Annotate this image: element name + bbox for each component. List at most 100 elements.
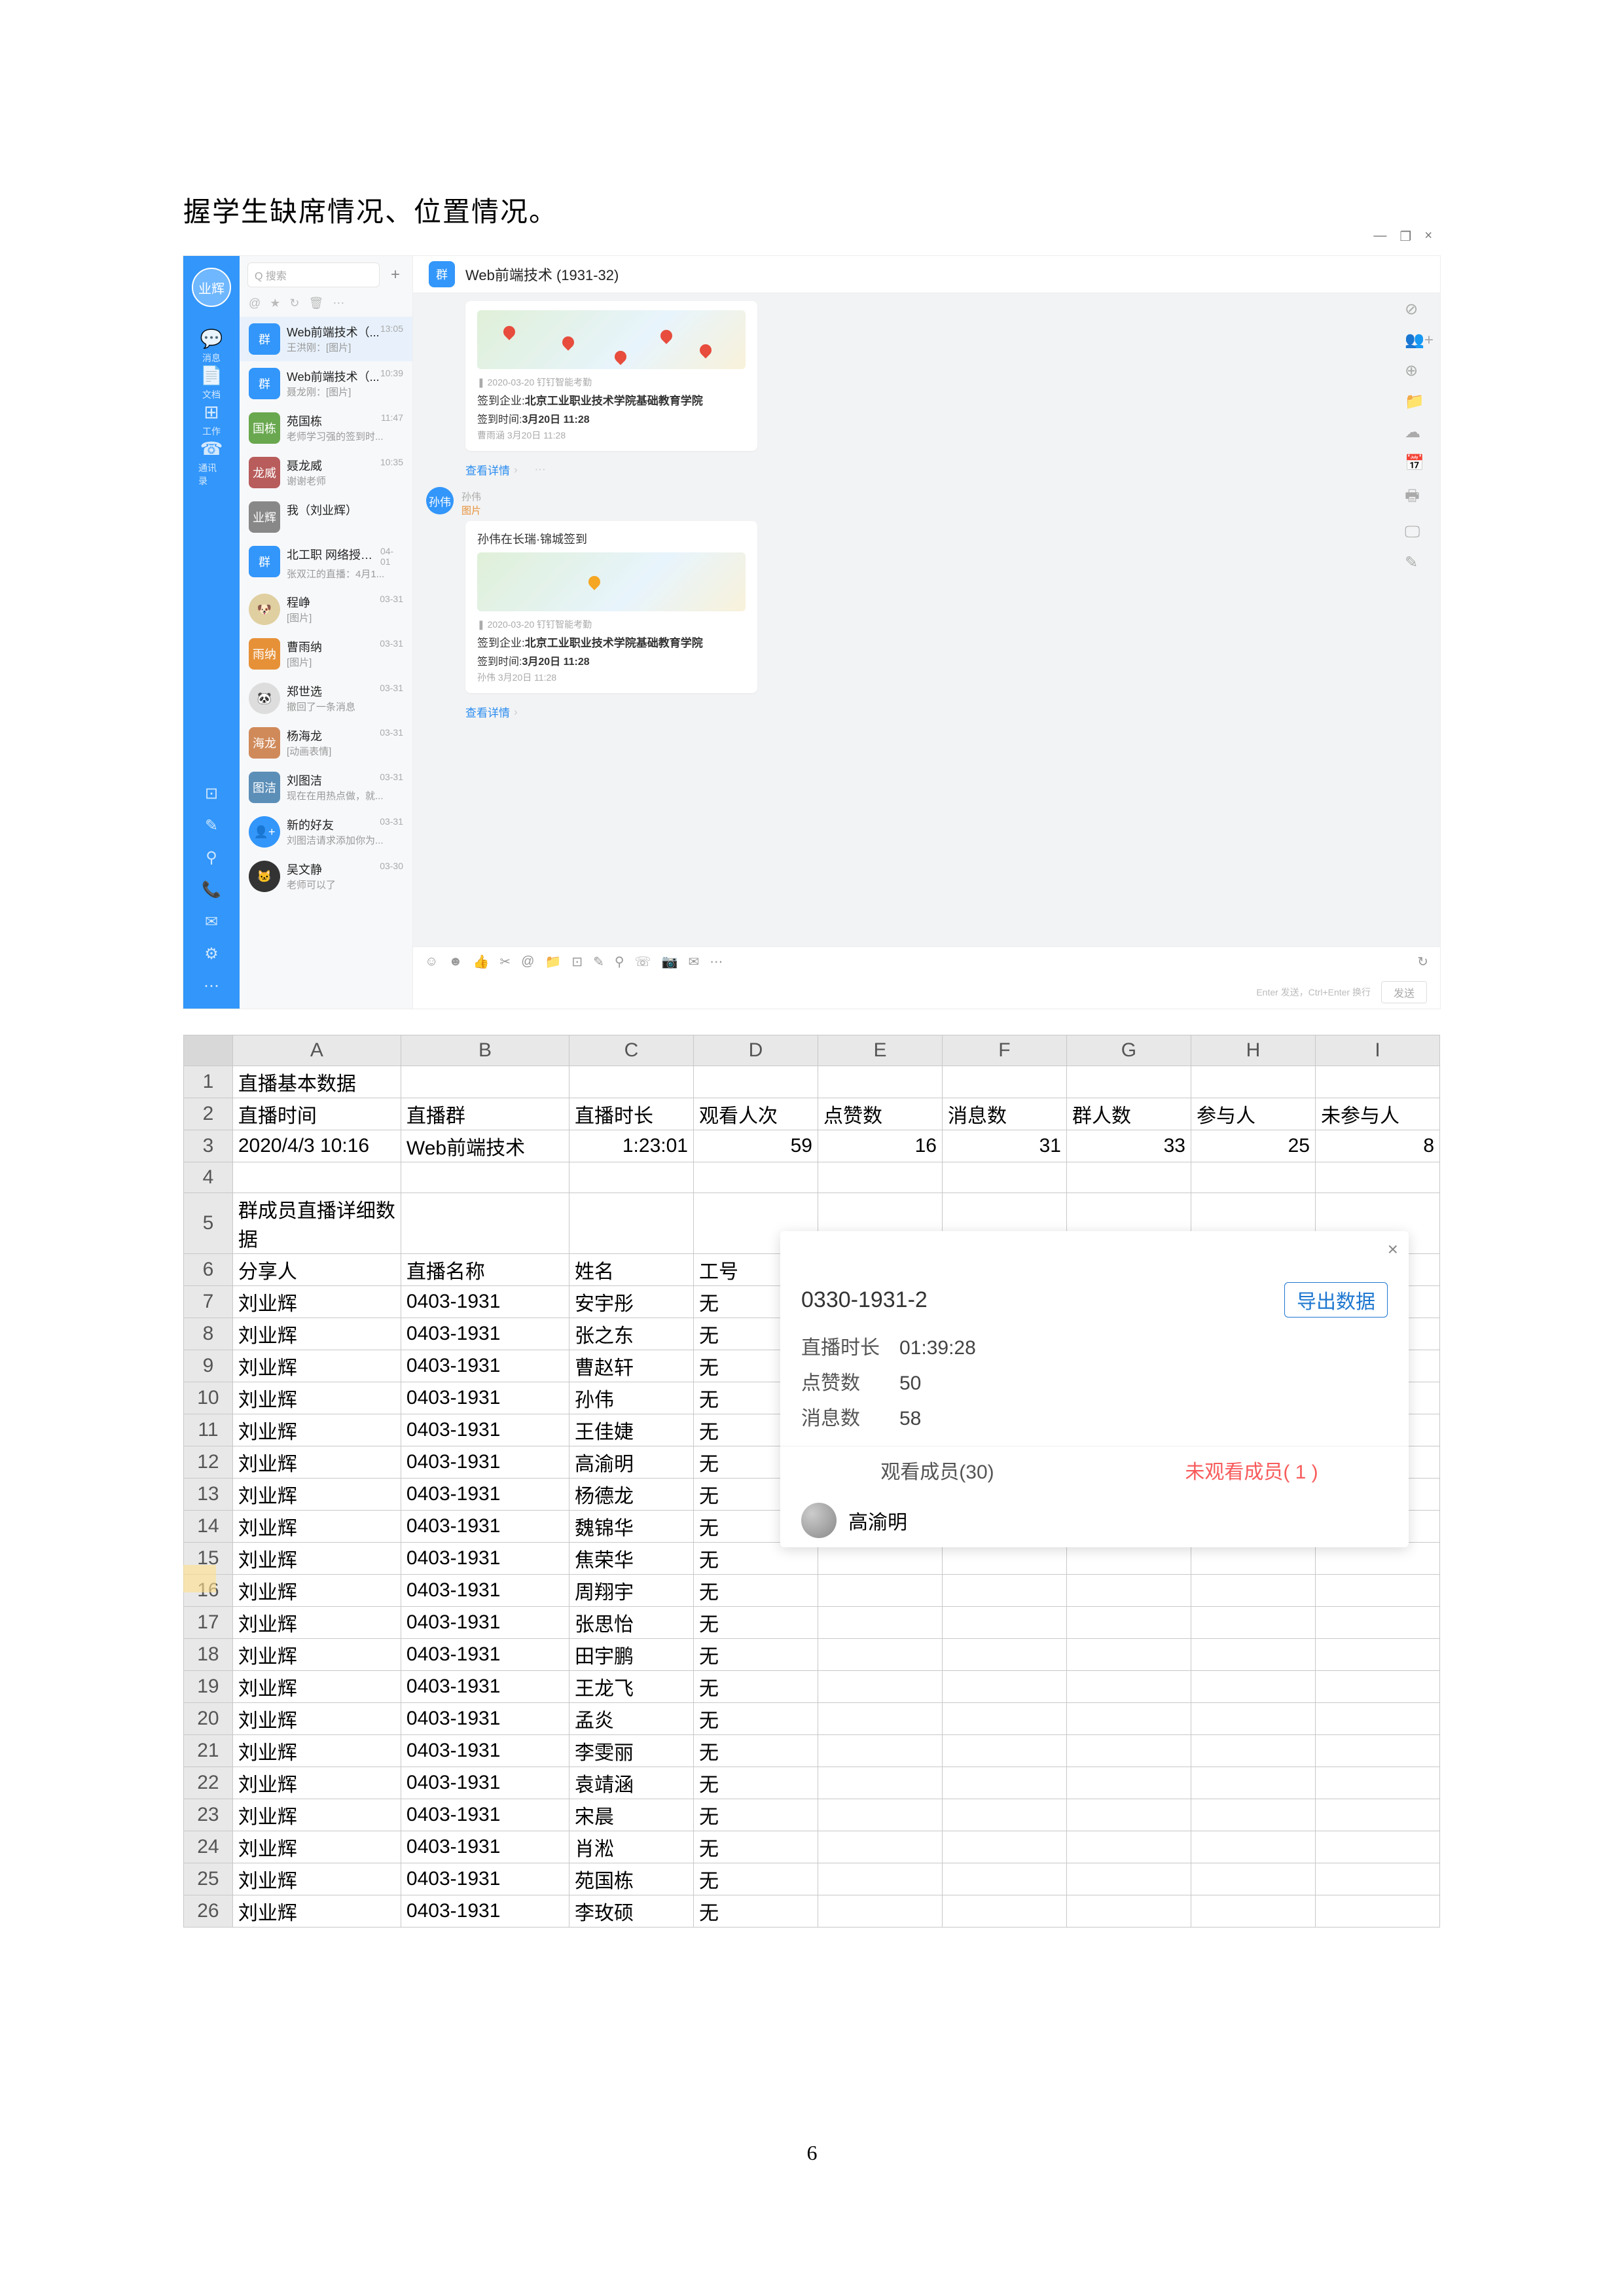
- cell[interactable]: [818, 1703, 942, 1735]
- cell[interactable]: [1315, 1162, 1439, 1193]
- cell[interactable]: [1191, 1162, 1315, 1193]
- cell[interactable]: [1191, 1671, 1315, 1703]
- cell[interactable]: [818, 1799, 942, 1831]
- popup-close-icon[interactable]: ×: [1388, 1239, 1398, 1260]
- cell[interactable]: 25: [1191, 1130, 1315, 1162]
- row-header[interactable]: 6: [184, 1254, 233, 1286]
- sheet-row[interactable]: 1直播基本数据: [184, 1066, 1440, 1098]
- cell[interactable]: 刘业辉: [232, 1671, 401, 1703]
- cell[interactable]: 安宇彤: [569, 1286, 693, 1318]
- row-header[interactable]: 23: [184, 1799, 233, 1831]
- cell[interactable]: [818, 1162, 942, 1193]
- cell[interactable]: 苑国栋: [569, 1863, 693, 1895]
- cell[interactable]: 1:23:01: [569, 1130, 693, 1162]
- cell[interactable]: [1191, 1863, 1315, 1895]
- cell[interactable]: 消息数: [942, 1098, 1066, 1130]
- cell[interactable]: 8: [1315, 1130, 1439, 1162]
- cell[interactable]: 参与人: [1191, 1098, 1315, 1130]
- conversation-item[interactable]: 🐶 程峥03-31 [图片]: [240, 587, 412, 632]
- input-toolbar-icon[interactable]: ⚲: [615, 954, 624, 970]
- conversation-item[interactable]: 群 Web前端技术（...13:05 王洪刚：[图片]: [240, 317, 412, 361]
- cell[interactable]: [1066, 1767, 1191, 1799]
- input-toolbar-icon[interactable]: ⊡: [571, 954, 583, 970]
- nav-bottom-icon[interactable]: ⊡: [205, 784, 218, 803]
- cell[interactable]: [942, 1607, 1066, 1639]
- nav-item[interactable]: 💬消息: [198, 328, 225, 365]
- row-header[interactable]: 9: [184, 1350, 233, 1382]
- cell[interactable]: 刘业辉: [232, 1543, 401, 1575]
- cell[interactable]: [1066, 1671, 1191, 1703]
- cell[interactable]: 刘业辉: [232, 1446, 401, 1479]
- input-toolbar-icon[interactable]: ☺: [425, 954, 438, 969]
- cell[interactable]: 0403-1931: [401, 1895, 569, 1928]
- right-rail-icon[interactable]: 👥+: [1405, 331, 1434, 350]
- row-header[interactable]: 5: [184, 1193, 233, 1254]
- cell[interactable]: 直播名称: [401, 1254, 569, 1286]
- cell[interactable]: 魏锦华: [569, 1511, 693, 1543]
- window-close-icon[interactable]: ×: [1424, 228, 1432, 245]
- cell[interactable]: [1315, 1066, 1439, 1098]
- cell[interactable]: 刘业辉: [232, 1286, 401, 1318]
- user-avatar[interactable]: 业辉: [192, 268, 231, 307]
- cell[interactable]: [942, 1895, 1066, 1928]
- filter-icon[interactable]: @: [249, 296, 261, 310]
- cell[interactable]: [1191, 1767, 1315, 1799]
- cell[interactable]: [818, 1735, 942, 1767]
- conversation-item[interactable]: 群 北工职 网络授课...04-01 张双江的直播：4月1...: [240, 539, 412, 587]
- cell[interactable]: 孟炎: [569, 1703, 693, 1735]
- cell[interactable]: [942, 1162, 1066, 1193]
- column-header[interactable]: E: [818, 1035, 942, 1066]
- cell[interactable]: 刘业辉: [232, 1607, 401, 1639]
- cell[interactable]: [942, 1735, 1066, 1767]
- cell[interactable]: 刘业辉: [232, 1895, 401, 1928]
- cell[interactable]: 0403-1931: [401, 1382, 569, 1414]
- cell[interactable]: 无: [693, 1735, 818, 1767]
- member-row[interactable]: 高渝明: [780, 1494, 1409, 1547]
- filter-icon[interactable]: ⋯: [333, 296, 344, 310]
- cell[interactable]: 刘业辉: [232, 1318, 401, 1350]
- cell[interactable]: [569, 1162, 693, 1193]
- cell[interactable]: 刘业辉: [232, 1511, 401, 1543]
- cell[interactable]: 0403-1931: [401, 1543, 569, 1575]
- cell[interactable]: 无: [693, 1863, 818, 1895]
- cell[interactable]: [942, 1703, 1066, 1735]
- cell[interactable]: [1066, 1639, 1191, 1671]
- right-rail-icon[interactable]: 📁: [1405, 392, 1434, 411]
- cell[interactable]: 0403-1931: [401, 1414, 569, 1446]
- row-header[interactable]: 10: [184, 1382, 233, 1414]
- conversation-item[interactable]: 国栋 苑国栋11:47 老师学习强的签到时...: [240, 406, 412, 450]
- row-header[interactable]: 7: [184, 1286, 233, 1318]
- cell[interactable]: 0403-1931: [401, 1831, 569, 1863]
- cell[interactable]: [1066, 1575, 1191, 1607]
- search-input[interactable]: Q 搜索: [247, 262, 380, 287]
- sheet-row[interactable]: 16刘业辉0403-1931周翔宇无: [184, 1575, 1440, 1607]
- cell[interactable]: [1066, 1066, 1191, 1098]
- cell[interactable]: 张思怡: [569, 1607, 693, 1639]
- filter-icon[interactable]: ★: [270, 296, 280, 310]
- sheet-corner[interactable]: [184, 1035, 233, 1066]
- cell[interactable]: [818, 1066, 942, 1098]
- cell[interactable]: [942, 1671, 1066, 1703]
- column-header[interactable]: I: [1315, 1035, 1439, 1066]
- cell[interactable]: 王佳婕: [569, 1414, 693, 1446]
- cell[interactable]: 2020/4/3 10:16: [232, 1130, 401, 1162]
- cell[interactable]: [1315, 1799, 1439, 1831]
- cell[interactable]: [1191, 1575, 1315, 1607]
- cell[interactable]: 刘业辉: [232, 1767, 401, 1799]
- cell[interactable]: [818, 1767, 942, 1799]
- conversation-item[interactable]: 图洁 刘图洁03-31 现在在用热点做，就...: [240, 765, 412, 810]
- cell[interactable]: 孙伟: [569, 1382, 693, 1414]
- send-button[interactable]: 发送: [1381, 981, 1427, 1003]
- cell[interactable]: [1191, 1639, 1315, 1671]
- row-header[interactable]: 24: [184, 1831, 233, 1863]
- cell[interactable]: 曹赵轩: [569, 1350, 693, 1382]
- right-rail-icon[interactable]: ☁: [1405, 423, 1434, 442]
- column-header[interactable]: F: [942, 1035, 1066, 1066]
- cell[interactable]: [401, 1193, 569, 1254]
- input-toolbar-icon[interactable]: ✉: [688, 954, 699, 970]
- row-header[interactable]: 1: [184, 1066, 233, 1098]
- cell[interactable]: [1066, 1703, 1191, 1735]
- cell[interactable]: 无: [693, 1799, 818, 1831]
- cell[interactable]: [1191, 1703, 1315, 1735]
- conversation-item[interactable]: 🐼 郑世选03-31 撤回了一条消息: [240, 676, 412, 721]
